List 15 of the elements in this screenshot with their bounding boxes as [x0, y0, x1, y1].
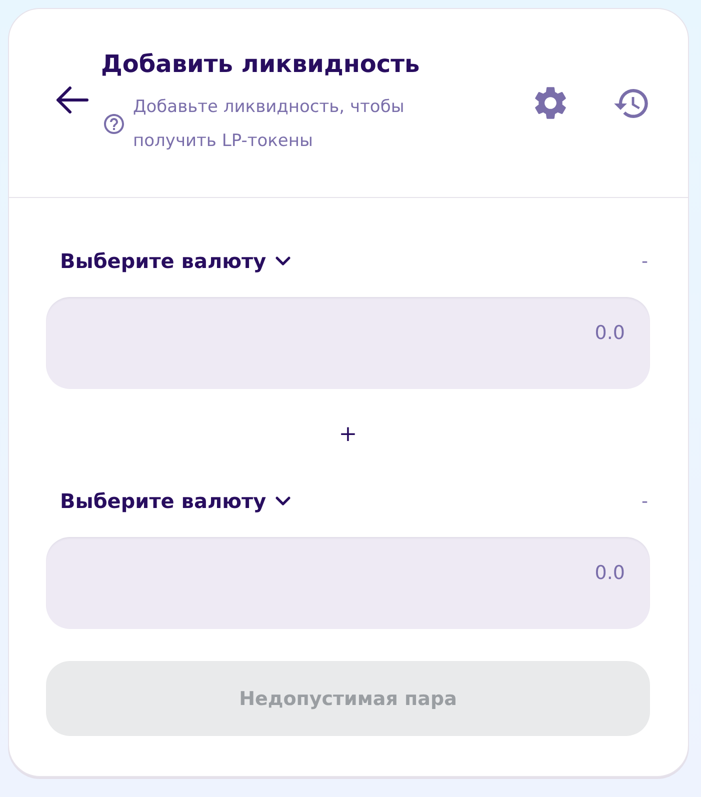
amount-input-field[interactable]: 0.0 — [46, 537, 650, 629]
currency-select-button[interactable]: Выберите валюту — [46, 489, 292, 513]
chevron-down-icon — [275, 496, 292, 506]
page-title: Добавить ликвидность — [101, 49, 421, 80]
help-icon[interactable] — [104, 114, 124, 134]
back-arrow-icon[interactable] — [55, 85, 89, 115]
page-subtitle: Добавьте ликвидность, чтобы получить LP-токены — [133, 96, 406, 153]
amount-input-field[interactable]: 0.0 — [46, 297, 650, 389]
currency-select-button[interactable]: Выберите валюту — [46, 249, 292, 273]
settings-icon[interactable] — [535, 87, 566, 119]
balance-text: - — [642, 490, 649, 512]
balance-text: - — [642, 250, 649, 272]
history-icon[interactable] — [614, 88, 648, 118]
chevron-down-icon — [275, 256, 292, 266]
plus-sign: + — [338, 424, 358, 446]
